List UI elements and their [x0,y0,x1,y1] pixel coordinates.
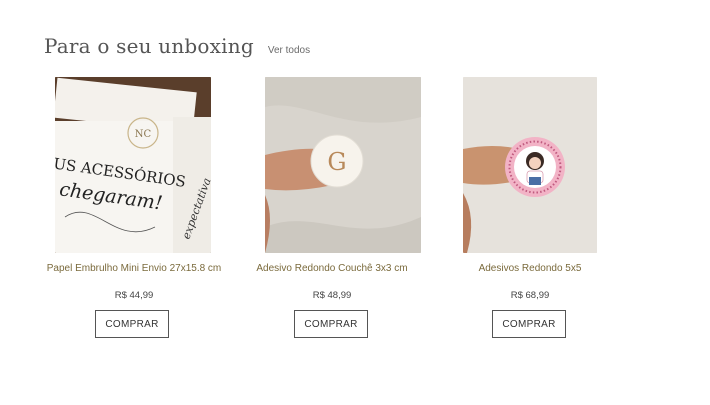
product-card: G Adesivo Redondo Couchê 3x3 cm R$ 48,99… [232,77,432,347]
product-image[interactable]: NC US ACESSÓRIOS chegaram! expectativa [55,77,211,253]
product-name[interactable]: Adesivo Redondo Couchê 3x3 cm [232,263,432,274]
wrapping-paper-photo: NC US ACESSÓRIOS chegaram! expectativa [55,77,211,253]
section-title: Para o seu unboxing [44,34,254,58]
product-price: R$ 68,99 [510,290,550,301]
section-header: Para o seu unboxing Ver todos [44,34,310,58]
product-price: R$ 44,99 [114,290,154,301]
product-card: NC US ACESSÓRIOS chegaram! expectativa P… [34,77,234,347]
pink-sticker-photo [463,77,597,253]
round-sticker-photo: G [265,77,421,253]
product-image[interactable]: G [265,77,421,253]
product-name[interactable]: Papel Embrulho Mini Envio 27x15.8 cm [34,263,234,274]
product-card: Adesivos Redondo 5x5 R$ 68,99 COMPRAR [430,77,630,347]
see-all-link[interactable]: Ver todos [268,45,310,56]
product-name[interactable]: Adesivos Redondo 5x5 [430,263,630,274]
logo-initials: NC [135,129,152,140]
buy-button[interactable]: COMPRAR [95,310,169,338]
product-price: R$ 48,99 [312,290,352,301]
product-image[interactable] [463,77,597,253]
sticker-letter: G [327,148,346,176]
product-list: NC US ACESSÓRIOS chegaram! expectativa P… [0,77,710,357]
buy-button[interactable]: COMPRAR [492,310,566,338]
buy-button[interactable]: COMPRAR [294,310,368,338]
